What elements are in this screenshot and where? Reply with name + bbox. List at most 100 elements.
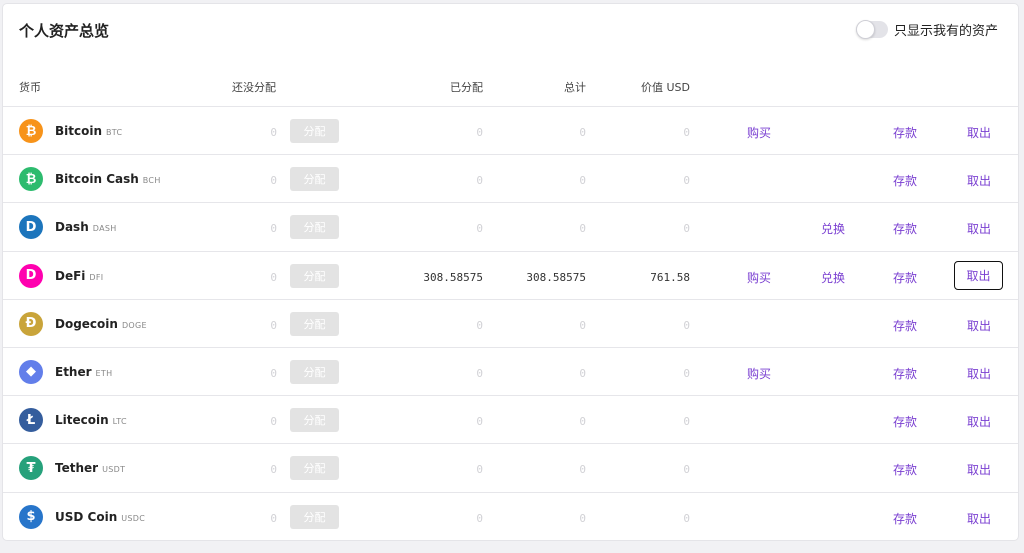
- withdraw-button[interactable]: 取出: [967, 317, 991, 334]
- unallocated-value: 0: [270, 366, 277, 380]
- unallocated-value: 0: [270, 415, 277, 429]
- deposit-link[interactable]: 存款: [893, 317, 917, 334]
- exchange-link[interactable]: 兑换: [821, 220, 845, 237]
- table-row: D Dash DASH 0 0 0 0 分配 兑换 存款 取出: [3, 203, 1018, 252]
- coin-symbol: USDC: [121, 513, 146, 523]
- unallocated-value: 0: [270, 222, 277, 236]
- coin-symbol: BTC: [106, 128, 123, 137]
- coin-name-label: Dash: [55, 220, 89, 235]
- allocate-button[interactable]: 分配: [290, 215, 339, 240]
- col-unallocated: 还没分配: [232, 81, 276, 94]
- total-value: 308.58575: [526, 270, 586, 284]
- total-value: 0: [579, 463, 586, 477]
- coin-name: DeFi DFI: [55, 269, 103, 283]
- total-value: 0: [579, 126, 586, 139]
- allocate-button[interactable]: 分配: [290, 359, 339, 384]
- deposit-link[interactable]: 存款: [893, 413, 917, 430]
- total-value: 0: [579, 511, 586, 525]
- table-row: Ł Litecoin LTC 0 0 0 0 分配 存款 取出: [3, 396, 1018, 445]
- coin-symbol: DOGE: [121, 320, 147, 330]
- coin-name: Litecoin LTC: [55, 413, 127, 427]
- deposit-link[interactable]: 存款: [893, 365, 917, 382]
- coin-name: Tether USDT: [55, 461, 125, 475]
- allocate-button[interactable]: 分配: [290, 119, 339, 143]
- coin-name: Dash DASH: [55, 220, 117, 234]
- withdraw-button[interactable]: 取出: [967, 510, 991, 527]
- col-allocated: 已分配: [450, 81, 483, 94]
- coin-symbol: BCH: [142, 176, 161, 186]
- coin-symbol: ETH: [95, 368, 113, 378]
- coin-symbol: LTC: [112, 417, 127, 427]
- coin-name-label: Bitcoin Cash: [55, 172, 139, 187]
- allocate-button[interactable]: 分配: [290, 456, 339, 481]
- table-row: $ USD Coin USDC 0 0 0 0 分配 存款 取出: [3, 493, 1018, 541]
- coin-name-label: Bitcoin: [55, 124, 103, 138]
- col-value-usd: 价值 USD: [640, 81, 690, 94]
- buy-link[interactable]: 购买: [747, 269, 771, 286]
- deposit-link[interactable]: 存款: [893, 510, 917, 527]
- asset-table: ₿ Bitcoin BTC 0 0 0 0 分配 购买 存款 取出 ₿ Bitcoin Cash BCH 0…: [3, 107, 1018, 541]
- deposit-link[interactable]: 存款: [893, 124, 917, 141]
- allocate-button[interactable]: 分配: [290, 311, 339, 336]
- usd-value: 0: [683, 511, 690, 525]
- coin-name: USD Coin USDC: [55, 510, 145, 524]
- coin-name-label: Dogecoin: [55, 316, 118, 331]
- coin-symbol: DFI: [89, 272, 104, 282]
- unallocated-value: 0: [270, 270, 277, 284]
- allocated-value: 0: [476, 366, 483, 380]
- deposit-link[interactable]: 存款: [893, 172, 917, 189]
- usd-value: 0: [683, 126, 690, 139]
- allocate-button[interactable]: 分配: [290, 408, 339, 433]
- show-owned-toggle[interactable]: 只显示我有的资产: [855, 20, 998, 39]
- coin-name: Dogecoin DOGE: [55, 317, 147, 331]
- tether-icon: ₮: [19, 456, 43, 481]
- toggle-label: 只显示我有的资产: [893, 24, 998, 39]
- page-title: 个人资产总览: [19, 22, 110, 40]
- usd-value: 0: [683, 366, 690, 380]
- total-value: 0: [579, 174, 586, 188]
- allocated-value: 0: [476, 415, 483, 429]
- ether-icon: ◆: [19, 359, 43, 384]
- unallocated-value: 0: [270, 126, 277, 139]
- coin-name-label: Litecoin: [55, 413, 109, 428]
- usd-value: 0: [683, 174, 690, 188]
- withdraw-button[interactable]: 取出: [967, 124, 991, 141]
- litecoin-icon: Ł: [19, 408, 43, 433]
- coin-symbol: DASH: [92, 224, 117, 234]
- buy-link[interactable]: 购买: [747, 124, 771, 141]
- deposit-link[interactable]: 存款: [893, 461, 917, 478]
- withdraw-button[interactable]: 取出: [967, 172, 991, 189]
- exchange-link[interactable]: 兑换: [821, 269, 845, 286]
- allocated-value: 0: [476, 174, 483, 188]
- table-row: ◆ Ether ETH 0 0 0 0 分配 购买 存款 取出: [3, 348, 1018, 397]
- card-header: 个人资产总览 只显示我有的资产: [3, 4, 1018, 54]
- col-currency: 货币: [19, 81, 41, 94]
- total-value: 0: [579, 222, 586, 236]
- withdraw-button[interactable]: 取出: [967, 461, 991, 478]
- withdraw-button[interactable]: 取出: [967, 413, 991, 430]
- allocate-button[interactable]: 分配: [290, 263, 339, 288]
- toggle-switch[interactable]: [855, 20, 888, 39]
- allocate-button[interactable]: 分配: [290, 504, 339, 529]
- coin-name: Bitcoin Cash BCH: [55, 172, 161, 186]
- usd-value: 0: [683, 463, 690, 477]
- deposit-link[interactable]: 存款: [893, 220, 917, 237]
- allocated-value: 0: [476, 463, 483, 477]
- allocated-value: 0: [476, 126, 483, 139]
- coin-name-label: DeFi: [55, 268, 86, 283]
- withdraw-button[interactable]: 取出: [967, 365, 991, 382]
- bitcoin-icon: ₿: [19, 119, 43, 143]
- dash-icon: D: [19, 215, 43, 240]
- usd-value: 0: [683, 415, 690, 429]
- allocated-value: 0: [476, 318, 483, 332]
- withdraw-button[interactable]: 取出: [954, 260, 1003, 290]
- buy-link[interactable]: 购买: [747, 365, 771, 382]
- allocate-button[interactable]: 分配: [290, 167, 339, 192]
- table-row: ₮ Tether USDT 0 0 0 0 分配 存款 取出: [3, 444, 1018, 493]
- deposit-link[interactable]: 存款: [893, 269, 917, 286]
- table-row: ₿ Bitcoin BTC 0 0 0 0 分配 购买 存款 取出: [3, 107, 1018, 156]
- withdraw-button[interactable]: 取出: [967, 220, 991, 237]
- total-value: 0: [579, 366, 586, 380]
- asset-overview-card: 个人资产总览 只显示我有的资产 货币 还没分配 已分配 总计 价值 USD ₿ B…: [2, 3, 1019, 541]
- toggle-knob: [855, 20, 875, 39]
